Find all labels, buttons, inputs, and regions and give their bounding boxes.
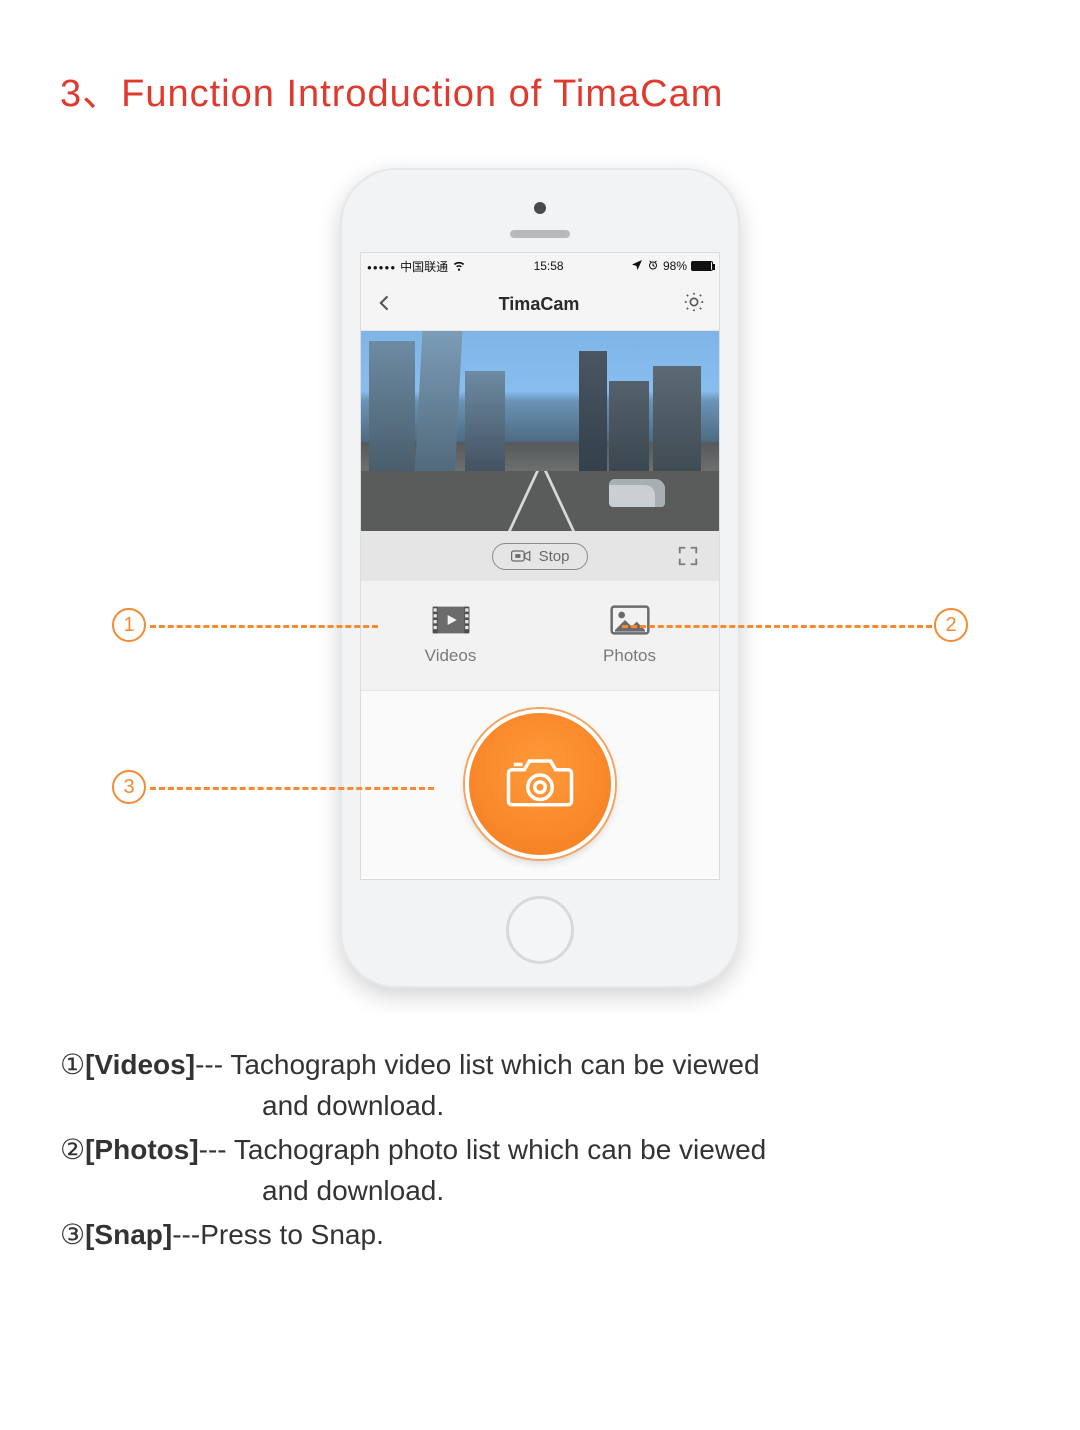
- legend-key-2: [Photos]: [85, 1134, 199, 1165]
- callout-line-1: [150, 625, 378, 628]
- road-graphic: [361, 471, 719, 531]
- camera-icon: [505, 754, 575, 815]
- car-graphic: [609, 479, 665, 507]
- signal-dots-icon: [367, 259, 396, 273]
- battery-icon: [691, 261, 713, 271]
- legend: ①[Videos]--- Tachograph video list which…: [60, 1045, 1020, 1260]
- callout-number-1: 1: [112, 608, 146, 642]
- legend-num-1: ①: [60, 1049, 85, 1080]
- callout-number-2: 2: [934, 608, 968, 642]
- nav-bar: TimaCam: [361, 279, 719, 331]
- live-preview[interactable]: [361, 331, 719, 531]
- legend-sep-1: ---: [195, 1049, 230, 1080]
- callout-number-3: 3: [112, 770, 146, 804]
- building-graphic: [465, 371, 505, 471]
- clock-label: 15:58: [534, 259, 564, 273]
- building-graphic: [609, 381, 649, 471]
- legend-desc-2: Tachograph photo list which can be viewe…: [234, 1134, 766, 1165]
- legend-num-3: ③: [60, 1219, 85, 1250]
- gallery-row: Videos Photos: [361, 581, 719, 691]
- videos-tile[interactable]: Videos: [361, 581, 540, 690]
- page-title: 3、Function Introduction of TimaCam: [60, 62, 723, 117]
- legend-key-3: [Snap]: [85, 1219, 172, 1250]
- legend-desc-1: Tachograph video list which can be viewe…: [230, 1049, 759, 1080]
- legend-sep-2: ---: [199, 1134, 234, 1165]
- legend-sep-3: ---: [172, 1219, 200, 1250]
- photos-label: Photos: [603, 646, 656, 666]
- snap-button[interactable]: [465, 709, 615, 859]
- battery-pct-label: 98%: [663, 259, 687, 273]
- wifi-icon: [452, 258, 466, 275]
- fullscreen-button[interactable]: [677, 545, 699, 572]
- videos-icon: [431, 605, 471, 640]
- building-graphic: [653, 366, 701, 471]
- legend-desc-3: Press to Snap.: [200, 1219, 384, 1250]
- phone-speaker: [510, 230, 570, 238]
- callout-line-3: [150, 787, 434, 790]
- legend-cont-2: and download.: [60, 1171, 1020, 1212]
- building-graphic: [369, 341, 415, 471]
- building-graphic: [415, 331, 463, 471]
- home-button[interactable]: [506, 896, 574, 964]
- photos-icon: [610, 605, 650, 640]
- legend-item-snap: ③[Snap]---Press to Snap.: [60, 1215, 1020, 1256]
- stop-recording-button[interactable]: Stop: [492, 543, 589, 570]
- stop-label: Stop: [539, 548, 570, 565]
- legend-cont-1: and download.: [60, 1086, 1020, 1127]
- carrier-label: 中国联通: [400, 258, 448, 275]
- legend-key-1: [Videos]: [85, 1049, 195, 1080]
- phone-frame: 中国联通 15:58 98% TimaCam: [340, 168, 740, 988]
- building-graphic: [579, 351, 607, 471]
- location-icon: [631, 259, 643, 274]
- photos-tile[interactable]: Photos: [540, 581, 719, 690]
- preview-controls: Stop: [361, 531, 719, 581]
- alarm-icon: [647, 259, 659, 274]
- status-bar: 中国联通 15:58 98%: [361, 253, 719, 279]
- legend-num-2: ②: [60, 1134, 85, 1165]
- legend-item-videos: ①[Videos]--- Tachograph video list which…: [60, 1045, 1020, 1126]
- back-button[interactable]: [375, 289, 395, 320]
- phone-screen: 中国联通 15:58 98% TimaCam: [360, 252, 720, 880]
- phone-front-camera: [534, 202, 546, 214]
- callout-line-2: [622, 625, 932, 628]
- settings-button[interactable]: [683, 291, 705, 318]
- nav-title: TimaCam: [499, 294, 580, 315]
- legend-item-photos: ②[Photos]--- Tachograph photo list which…: [60, 1130, 1020, 1211]
- camcorder-icon: [511, 549, 531, 563]
- videos-label: Videos: [425, 646, 477, 666]
- snap-area: [361, 691, 719, 877]
